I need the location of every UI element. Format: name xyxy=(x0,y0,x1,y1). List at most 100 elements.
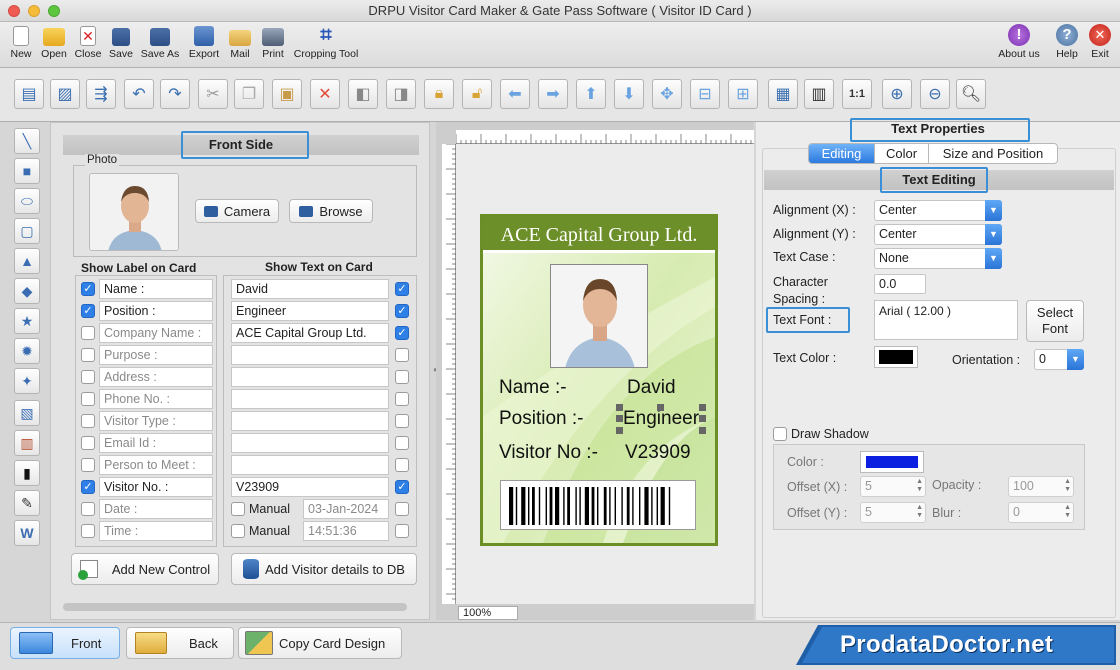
text-checkbox[interactable] xyxy=(395,414,409,428)
label-checkbox[interactable]: ✓ xyxy=(81,480,95,494)
text-checkbox[interactable] xyxy=(395,370,409,384)
text-checkbox[interactable]: ✓ xyxy=(395,282,409,296)
text-checkbox[interactable]: ✓ xyxy=(395,326,409,340)
label-checkbox[interactable] xyxy=(81,436,95,450)
rounded-rect-tool-icon[interactable]: ▢ xyxy=(14,218,40,244)
rectangle-tool-icon[interactable]: ■ xyxy=(14,158,40,184)
label-checkbox[interactable] xyxy=(81,502,95,516)
card-visitor-value[interactable]: V23909 xyxy=(625,442,691,464)
ruler-icon[interactable]: ▥ xyxy=(804,79,834,109)
align-vertical-icon[interactable]: ⊞ xyxy=(728,79,758,109)
cropping-tool-button[interactable]: ⌗ Cropping Tool xyxy=(292,24,360,60)
text-checkbox[interactable] xyxy=(395,458,409,472)
label-checkbox[interactable] xyxy=(81,524,95,538)
print-button[interactable]: Print xyxy=(258,24,288,60)
label-field[interactable]: Address : xyxy=(99,367,213,387)
stepper-icon[interactable]: ▲ ▼ xyxy=(916,504,923,520)
camera-button[interactable]: Camera xyxy=(195,199,279,223)
draw-shadow-checkbox[interactable] xyxy=(773,427,787,441)
cut-icon[interactable]: ✂ xyxy=(198,79,228,109)
export-button[interactable]: Export xyxy=(186,24,222,60)
delete-icon[interactable]: ✕ xyxy=(310,79,340,109)
offset-x-input[interactable]: 5 ▲ ▼ xyxy=(860,476,926,497)
photo-thumbnail[interactable] xyxy=(89,173,179,251)
text-field[interactable]: 03-Jan-2024 xyxy=(303,499,389,519)
stepper-icon[interactable]: ▲ ▼ xyxy=(1064,504,1071,520)
text-field[interactable]: V23909 xyxy=(231,477,389,497)
text-field[interactable]: 14:51:36 xyxy=(303,521,389,541)
text-checkbox[interactable] xyxy=(395,524,409,538)
text-checkbox[interactable] xyxy=(395,392,409,406)
label-checkbox[interactable] xyxy=(81,414,95,428)
image-icon[interactable]: ▨ xyxy=(50,79,80,109)
save-as-button[interactable]: Save As xyxy=(140,24,180,60)
text-checkbox[interactable]: ✓ xyxy=(395,480,409,494)
resize-handle[interactable] xyxy=(699,415,706,422)
text-field[interactable]: Engineer xyxy=(231,301,389,321)
stepper-icon[interactable]: ▲ ▼ xyxy=(1064,478,1071,494)
select-font-button[interactable]: Select Font xyxy=(1026,300,1084,342)
add-new-control-button[interactable]: Add New Control xyxy=(71,553,219,585)
label-field[interactable]: Person to Meet : xyxy=(99,455,213,475)
text-checkbox[interactable] xyxy=(395,436,409,450)
close-window-icon[interactable] xyxy=(8,5,20,17)
unlock-icon[interactable]: 🔓︎ xyxy=(462,79,492,109)
label-checkbox[interactable] xyxy=(81,370,95,384)
ellipse-tool-icon[interactable]: ⬭ xyxy=(14,188,40,214)
image-tool-icon[interactable]: ▧ xyxy=(14,400,40,426)
word-art-tool-icon[interactable]: W xyxy=(14,520,40,546)
offset-y-input[interactable]: 5 ▲ ▼ xyxy=(860,502,926,523)
alignment-y-select[interactable]: Center ▼ xyxy=(874,224,1002,245)
resize-handle[interactable] xyxy=(699,427,706,434)
manual-checkbox[interactable] xyxy=(231,502,245,516)
id-card[interactable]: ACE Capital Group Ltd. Name :- David Pos… xyxy=(480,214,718,546)
card-position-label[interactable]: Position :- xyxy=(499,408,583,430)
text-checkbox[interactable] xyxy=(395,348,409,362)
align-horizontal-icon[interactable]: ⊟ xyxy=(690,79,720,109)
cross-star-tool-icon[interactable]: ✦ xyxy=(14,368,40,394)
label-checkbox[interactable] xyxy=(81,458,95,472)
tab-size-position[interactable]: Size and Position xyxy=(929,144,1057,163)
card-visitor-label[interactable]: Visitor No :- xyxy=(499,442,598,464)
redo-icon[interactable]: ↷ xyxy=(160,79,190,109)
star-tool-icon[interactable]: ★ xyxy=(14,308,40,334)
lock-icon[interactable]: 🔒︎ xyxy=(424,79,454,109)
label-checkbox[interactable] xyxy=(81,326,95,340)
minimize-window-icon[interactable] xyxy=(28,5,40,17)
front-button[interactable]: Front xyxy=(10,627,120,659)
copy-icon[interactable]: ❐ xyxy=(234,79,264,109)
arrow-right-icon[interactable]: ➡ xyxy=(538,79,568,109)
card-name-label[interactable]: Name :- xyxy=(499,377,567,399)
zoom-in-icon[interactable]: ⊕ xyxy=(882,79,912,109)
label-field[interactable]: Position : xyxy=(99,301,213,321)
properties-icon[interactable]: ▤ xyxy=(14,79,44,109)
label-checkbox[interactable]: ✓ xyxy=(81,282,95,296)
label-field[interactable]: Visitor No. : xyxy=(99,477,213,497)
triangle-tool-icon[interactable]: ▲ xyxy=(14,248,40,274)
close-button[interactable]: ✕ Close xyxy=(72,24,104,60)
manual-checkbox[interactable] xyxy=(231,524,245,538)
text-color-swatch[interactable] xyxy=(874,346,918,368)
back-button[interactable]: Back xyxy=(126,627,234,659)
stepper-icon[interactable]: ▲ ▼ xyxy=(916,478,923,494)
add-visitor-db-button[interactable]: Add Visitor details to DB xyxy=(231,553,417,585)
save-button[interactable]: Save xyxy=(106,24,136,60)
card-photo[interactable] xyxy=(550,264,648,368)
resize-handle[interactable] xyxy=(657,404,664,411)
zoom-out-icon[interactable]: ⊖ xyxy=(920,79,950,109)
text-field[interactable] xyxy=(231,389,389,409)
mail-button[interactable]: Mail xyxy=(226,24,254,60)
undo-icon[interactable]: ↶ xyxy=(124,79,154,109)
text-field[interactable]: David xyxy=(231,279,389,299)
browse-button[interactable]: Browse xyxy=(289,199,373,223)
import-icon[interactable]: ⇶ xyxy=(86,79,116,109)
text-field[interactable] xyxy=(231,411,389,431)
horizontal-scrollbar[interactable] xyxy=(63,603,407,611)
grid-icon[interactable]: ▦ xyxy=(768,79,798,109)
resize-handle[interactable] xyxy=(616,404,623,411)
preview-icon[interactable]: 🔍︎ xyxy=(956,79,986,109)
barcode-tool-icon[interactable]: ▮ xyxy=(14,460,40,486)
zoom-level[interactable]: 100% xyxy=(458,606,518,620)
label-field[interactable]: Company Name : xyxy=(99,323,213,343)
line-tool-icon[interactable]: ╲ xyxy=(14,128,40,154)
